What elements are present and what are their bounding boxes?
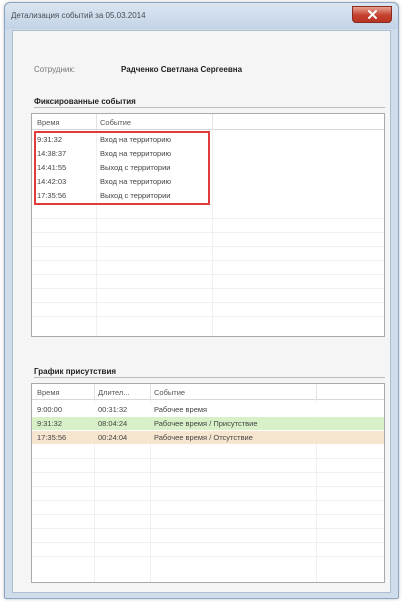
grid-line [32,218,384,219]
presence-duration: 00:24:04 [98,433,128,442]
grid-line [32,472,384,473]
column-header-duration[interactable]: Длител... [98,388,130,397]
employee-name: Радченко Светлана Сергеевна [121,65,243,74]
presence-title-text: График присутствия [34,367,117,376]
grid-line [32,288,384,289]
column-header-event[interactable]: Событие [100,118,131,127]
fixed-events-title: Фиксированные события [34,97,385,108]
grid-line [32,260,384,261]
presence-time: 17:35:56 [37,433,67,442]
table-row[interactable]: 9:31:32 08:04:24 Рабочее время / Присутс… [32,417,384,430]
grid-line [32,246,384,247]
grid-line [32,528,384,529]
fixed-events-title-text: Фиксированные события [34,97,136,106]
event-details-window: Детализация событий за 05.03.2014 Сотруд… [4,2,399,599]
presence-event: Рабочее время / Присутствие [154,419,258,428]
presence-time: 9:00:00 [37,405,63,414]
window-title: Детализация событий за 05.03.2014 [11,11,146,20]
table-row[interactable]: 17:35:56 00:24:04 Рабочее время / Отсутс… [32,431,384,444]
close-button[interactable] [352,6,392,23]
column-separator[interactable] [150,384,151,400]
grid-line [32,486,384,487]
grid-line [32,232,384,233]
grid-line [32,514,384,515]
fixed-events-header: Время Событие [32,114,384,130]
window-client-area: Сотрудник: Радченко Светлана Сергеевна Ф… [12,30,391,593]
fixed-events-grid[interactable]: Время Событие 9:31:32 Вход на территорию… [31,113,385,337]
highlight-annotation [34,131,210,205]
grid-line [32,302,384,303]
grid-line [32,556,384,557]
column-header-time[interactable]: Время [37,388,60,397]
close-icon [367,10,377,19]
column-header-time[interactable]: Время [37,118,60,127]
grid-line [32,500,384,501]
column-separator[interactable] [94,384,95,400]
column-separator[interactable] [316,384,317,400]
column-separator[interactable] [96,114,97,130]
presence-time: 9:31:32 [37,419,63,428]
grid-line [32,316,384,317]
grid-line [32,542,384,543]
title-bar[interactable]: Детализация событий за 05.03.2014 [5,3,398,29]
presence-duration: 08:04:24 [98,419,128,428]
presence-title: График присутствия [34,367,385,378]
table-row[interactable]: 9:00:00 00:31:32 Рабочее время [32,403,384,416]
employee-label: Сотрудник: [34,65,76,74]
grid-line [32,458,384,459]
column-header-event[interactable]: Событие [154,388,185,397]
presence-grid[interactable]: Время Длител... Событие 9:00:00 00:31:32… [31,383,385,583]
presence-duration: 00:31:32 [98,405,128,414]
presence-event: Рабочее время / Отсутствие [154,433,253,442]
grid-line [32,274,384,275]
presence-event: Рабочее время [154,405,208,414]
column-separator[interactable] [212,114,213,130]
presence-header: Время Длител... Событие [32,384,384,400]
